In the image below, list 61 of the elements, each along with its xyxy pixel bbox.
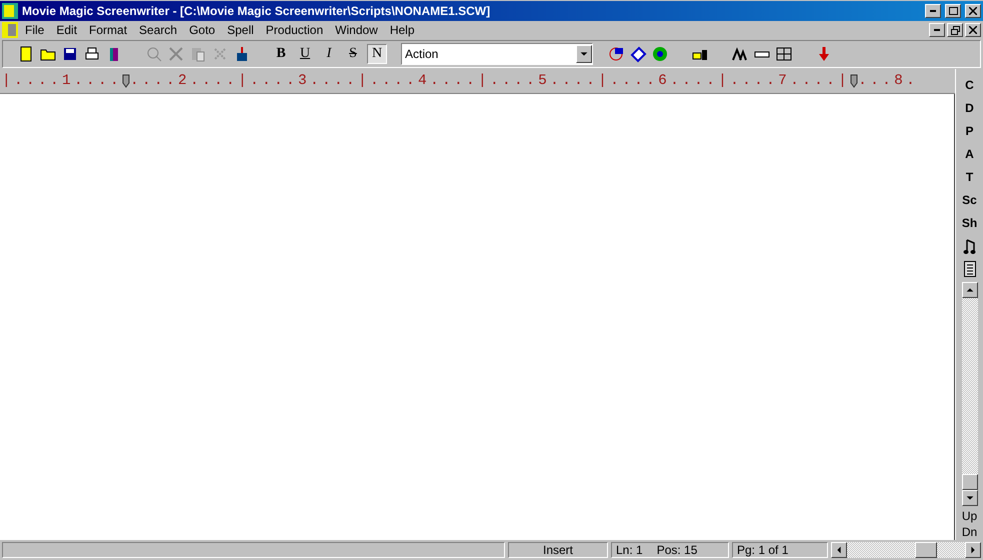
element-button[interactable]: A [956,142,982,165]
app-logo-icon [2,3,18,19]
scroll-down-button[interactable] [962,490,978,506]
element-button[interactable]: Sc [956,188,982,211]
menu-item[interactable]: Edit [51,23,82,37]
format-button[interactable]: N [367,44,387,64]
line-number: Ln: 1 [616,543,643,557]
paste-icon[interactable] [189,45,207,63]
menu-item[interactable]: Search [134,23,182,37]
scroll-thumb[interactable] [915,542,937,558]
minimize-button[interactable] [929,23,945,37]
element-button[interactable]: P [956,119,982,142]
minimize-icon [934,29,940,31]
document-icon[interactable] [2,22,18,38]
scroll-up-button[interactable] [962,282,978,298]
page-count: Pg: 1 of 1 [732,542,828,558]
page-button[interactable]: Dn [962,524,978,540]
close-button[interactable] [965,4,981,18]
format-button[interactable]: I [319,44,339,64]
menu-item[interactable]: Format [84,23,132,37]
column-position: Pos: 15 [656,543,698,557]
table-grid-icon[interactable] [775,45,793,63]
menu-item[interactable]: Goto [184,23,220,37]
element-button[interactable]: C [956,73,982,96]
ruler-scale: ...8. [858,73,918,89]
ruler-scale: |....1.... [2,73,122,89]
maximize-button[interactable] [945,4,961,18]
minimize-icon [930,10,936,12]
element-button[interactable]: T [956,165,982,188]
element-button[interactable]: D [956,96,982,119]
close-icon [969,7,977,15]
menu-item[interactable]: Production [260,23,328,37]
format-button[interactable]: S [343,44,363,64]
scroll-thumb[interactable] [962,474,978,490]
menu-item[interactable]: Window [330,23,383,37]
restore-icon [950,26,960,34]
format-button[interactable]: U [295,44,315,64]
format-button[interactable]: B [271,44,291,64]
close-icon [969,26,977,34]
page-button[interactable]: Up [962,508,978,524]
menu-item[interactable]: Help [384,23,420,37]
menu-item[interactable]: File [20,23,50,37]
maximize-icon [948,7,958,15]
vertical-scrollbar[interactable] [962,282,978,506]
music-note-icon [962,236,976,254]
close-button[interactable] [965,23,981,37]
indent-marker-icon[interactable] [122,74,130,88]
horizontal-scrollbar[interactable] [831,542,981,558]
window-title: Movie Magic Screenwriter - [C:\Movie Magic Screenwriter\Scripts\NONAME1.SCW] [22,4,492,18]
insert-mode: Insert [508,542,608,558]
scroll-left-button[interactable] [831,542,847,558]
element-button[interactable]: Sh [956,211,982,234]
element-dropdown[interactable]: Action [401,43,593,65]
ruler-scale: ....2....|....3....|....4....|....5....|....6....|....7....| [130,73,850,89]
indent-marker-icon[interactable] [850,74,858,88]
dropdown-button[interactable] [576,45,592,63]
restore-button[interactable] [947,23,963,37]
menu-item[interactable]: Spell [222,23,259,37]
minimize-button[interactable] [925,4,941,18]
scroll-right-button[interactable] [965,542,981,558]
list-icon [964,260,976,276]
